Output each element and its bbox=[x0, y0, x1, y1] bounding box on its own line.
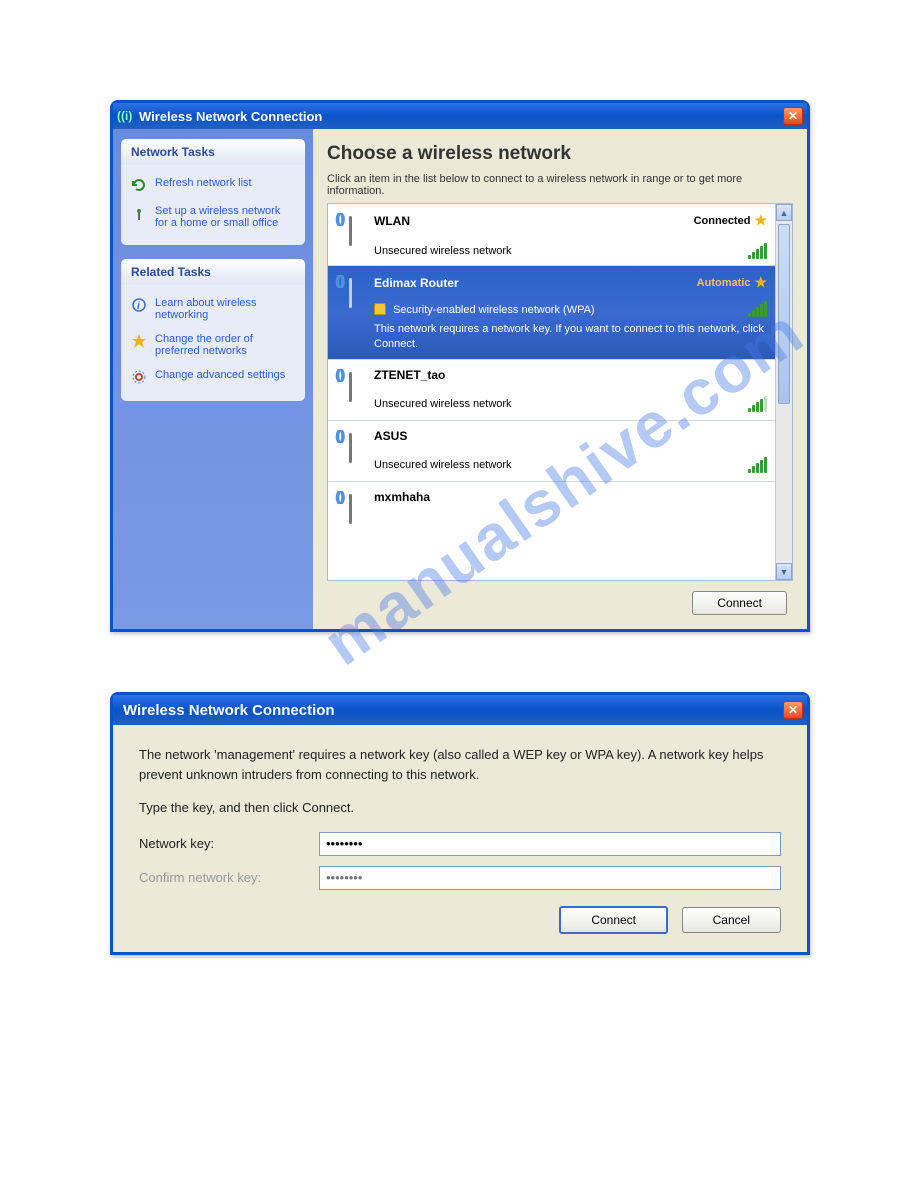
window-title: Wireless Network Connection bbox=[139, 109, 783, 124]
task-label: Learn about wireless networking bbox=[155, 297, 295, 321]
network-name: Edimax Router bbox=[374, 276, 459, 290]
signal-antenna-icon bbox=[336, 368, 366, 414]
wireless-icon: ((i)) bbox=[117, 108, 133, 124]
signal-bars-icon bbox=[748, 396, 767, 412]
network-item-ztenet[interactable]: ZTENET_tao Unsecured wireless network bbox=[328, 360, 775, 421]
task-label: Set up a wireless network for a home or … bbox=[155, 205, 295, 229]
antenna-icon bbox=[131, 205, 147, 221]
close-button[interactable]: ✕ bbox=[783, 701, 803, 719]
svg-text:((i)): ((i)) bbox=[117, 109, 133, 123]
signal-antenna-icon bbox=[336, 490, 366, 510]
settings-icon bbox=[131, 369, 147, 385]
refresh-network-list-task[interactable]: Refresh network list bbox=[131, 171, 295, 199]
network-key-label: Network key: bbox=[139, 836, 319, 851]
connect-button[interactable]: Connect bbox=[692, 591, 787, 615]
network-item-asus[interactable]: ASUS Unsecured wireless network bbox=[328, 421, 775, 482]
star-icon bbox=[131, 333, 147, 349]
network-name: WLAN bbox=[374, 214, 410, 228]
network-key-dialog: Wireless Network Connection ✕ The networ… bbox=[110, 692, 810, 955]
info-icon: i bbox=[131, 297, 147, 313]
network-name: ASUS bbox=[374, 429, 407, 443]
network-message: This network requires a network key. If … bbox=[374, 322, 767, 353]
related-tasks-panel: Related Tasks i Learn about wireless net… bbox=[121, 259, 305, 401]
favorite-star-icon: ★ bbox=[754, 274, 767, 291]
network-item-edimax[interactable]: Edimax Router Automatic ★ Security- bbox=[328, 266, 775, 360]
network-security-desc: Unsecured wireless network bbox=[374, 459, 512, 471]
dialog-title: Wireless Network Connection bbox=[117, 702, 783, 719]
task-label: Change the order of preferred networks bbox=[155, 333, 295, 357]
learn-wireless-task[interactable]: i Learn about wireless networking bbox=[131, 291, 295, 327]
main-heading: Choose a wireless network bbox=[327, 143, 793, 165]
main-content: Choose a wireless network Click an item … bbox=[313, 129, 807, 629]
title-bar[interactable]: ((i)) Wireless Network Connection ✕ bbox=[113, 103, 807, 129]
signal-bars-icon bbox=[748, 301, 767, 317]
cancel-button[interactable]: Cancel bbox=[682, 907, 781, 933]
signal-antenna-icon bbox=[336, 212, 366, 258]
network-security-desc: Unsecured wireless network bbox=[374, 398, 512, 410]
signal-antenna-icon bbox=[336, 274, 366, 320]
confirm-key-label: Confirm network key: bbox=[139, 870, 319, 885]
signal-bars-icon bbox=[748, 243, 767, 259]
panel-heading: Network Tasks bbox=[121, 139, 305, 165]
scroll-down-button[interactable]: ▼ bbox=[776, 563, 792, 580]
scroll-up-button[interactable]: ▲ bbox=[776, 204, 792, 221]
close-button[interactable]: ✕ bbox=[783, 107, 803, 125]
dialog-instruction: Type the key, and then click Connect. bbox=[139, 798, 781, 818]
change-order-task[interactable]: Change the order of preferred networks bbox=[131, 327, 295, 363]
wireless-connection-window: ((i)) Wireless Network Connection ✕ Netw… bbox=[110, 100, 810, 632]
network-item-mxmhaha[interactable]: mxmhaha bbox=[328, 482, 775, 510]
signal-bars-icon bbox=[748, 457, 767, 473]
network-status: Connected ★ bbox=[694, 212, 767, 229]
refresh-icon bbox=[131, 177, 147, 193]
lock-icon bbox=[374, 303, 386, 315]
network-list: WLAN Connected ★ Unsecured wireless netw… bbox=[327, 203, 793, 581]
svg-text:i: i bbox=[137, 301, 140, 312]
network-status: Automatic ★ bbox=[697, 274, 767, 291]
task-label: Refresh network list bbox=[155, 177, 252, 193]
title-bar[interactable]: Wireless Network Connection ✕ bbox=[113, 695, 807, 725]
network-key-input[interactable] bbox=[319, 832, 781, 856]
signal-antenna-icon bbox=[336, 429, 366, 475]
scrollbar[interactable]: ▲ ▼ bbox=[775, 204, 792, 580]
panel-heading: Related Tasks bbox=[121, 259, 305, 285]
task-label: Change advanced settings bbox=[155, 369, 285, 385]
network-security-desc: Unsecured wireless network bbox=[374, 245, 512, 257]
dialog-message: The network 'management' requires a netw… bbox=[139, 745, 781, 784]
network-security-row: Security-enabled wireless network (WPA) bbox=[374, 301, 767, 316]
scroll-thumb[interactable] bbox=[778, 224, 790, 404]
favorite-star-icon: ★ bbox=[754, 212, 767, 229]
connect-button[interactable]: Connect bbox=[559, 906, 668, 934]
network-tasks-panel: Network Tasks Refresh network list bbox=[121, 139, 305, 245]
sidebar: Network Tasks Refresh network list bbox=[113, 129, 313, 629]
network-name: ZTENET_tao bbox=[374, 368, 445, 382]
network-item-wlan[interactable]: WLAN Connected ★ Unsecured wireless netw… bbox=[328, 204, 775, 266]
network-name: mxmhaha bbox=[374, 490, 430, 504]
change-advanced-task[interactable]: Change advanced settings bbox=[131, 363, 295, 391]
main-instruction: Click an item in the list below to conne… bbox=[327, 173, 793, 197]
confirm-key-input[interactable] bbox=[319, 866, 781, 890]
setup-network-task[interactable]: Set up a wireless network for a home or … bbox=[131, 199, 295, 235]
